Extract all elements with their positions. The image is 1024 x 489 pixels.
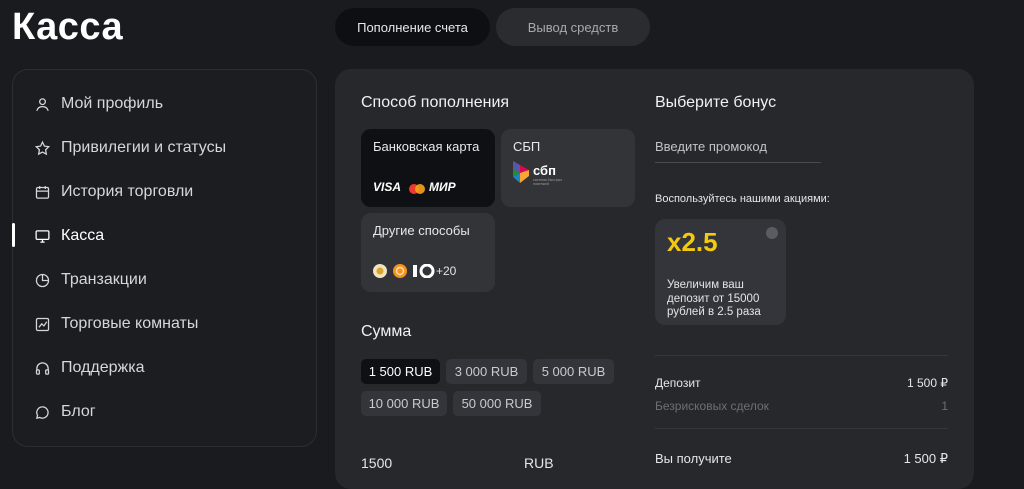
promo-code-input[interactable]: Введите промокод (655, 139, 767, 154)
summary-divider (655, 428, 948, 429)
user-icon (36, 97, 49, 111)
amount-title: Сумма (361, 323, 412, 340)
bitcoin-icon (393, 264, 407, 278)
method-bank-card[interactable]: Банковская карта VISA МИР (361, 129, 495, 207)
amount-chip-1500[interactable]: 1 500 RUB (361, 359, 440, 384)
more-methods-count: +20 (436, 264, 457, 278)
star-icon (34, 140, 51, 155)
riskfree-value: 1 (941, 399, 948, 413)
bonus-description: Увеличим ваш депозит от 15000 рублей в 2… (667, 279, 761, 318)
bonus-radio[interactable] (766, 227, 778, 239)
calendar-icon (35, 185, 50, 199)
visa-logo: VISA (373, 180, 402, 194)
method-other[interactable]: Другие способы +20 (361, 213, 495, 292)
sidebar-item-label: Касса (61, 227, 105, 244)
yoomoney-icon (413, 263, 435, 279)
sidebar-item-profile[interactable]: Мой профиль (34, 92, 163, 116)
summary-divider (655, 355, 948, 356)
sidebar-item-label: Поддержка (61, 359, 145, 376)
tab-deposit[interactable]: Пополнение счета (335, 8, 490, 46)
sidebar-item-blog[interactable]: Блог (34, 400, 96, 424)
page-title: Касса (12, 6, 124, 48)
receive-value: 1 500 ₽ (903, 451, 948, 466)
payment-method-title: Способ пополнения (361, 94, 510, 111)
chat-bubble-icon (35, 405, 49, 419)
method-label: СБП (513, 139, 541, 154)
sidebar-item-trade-history[interactable]: История торговли (34, 180, 193, 204)
promo-heading: Воспользуйтесь нашими акциями: (655, 193, 830, 205)
bonus-multiplier: x2.5 (667, 227, 718, 257)
sbp-logo-icon (513, 161, 529, 183)
receive-label: Вы получите (655, 451, 732, 466)
bonus-title: Выберите бонус (655, 94, 777, 111)
sbp-logo-subtext: система быстрых платежей (533, 178, 563, 186)
tab-withdraw[interactable]: Вывод средств (496, 8, 650, 46)
promo-underline (655, 162, 821, 163)
method-label: Другие способы (373, 223, 470, 238)
sidebar-item-privileges[interactable]: Привилегии и статусы (34, 136, 226, 160)
method-sbp[interactable]: СБП сбп система быстрых платежей (501, 129, 635, 207)
sidebar (12, 69, 317, 447)
riskfree-label: Безрисковых сделок (655, 399, 769, 413)
sidebar-item-cashier[interactable]: Касса (34, 224, 104, 248)
amount-currency: RUB (524, 455, 554, 471)
deposit-label: Депозит (655, 376, 701, 390)
mir-logo: МИР (429, 180, 456, 194)
sidebar-item-trading-rooms[interactable]: Торговые комнаты (34, 312, 198, 336)
sidebar-item-label: Блог (61, 403, 96, 420)
method-label: Банковская карта (373, 139, 480, 154)
amount-chip-10000[interactable]: 10 000 RUB (361, 391, 447, 416)
sbp-logo-text: сбп (533, 163, 556, 178)
amount-chip-5000[interactable]: 5 000 RUB (533, 359, 614, 384)
sidebar-item-label: История торговли (61, 183, 194, 200)
pie-chart-icon (35, 273, 50, 287)
sidebar-item-support[interactable]: Поддержка (34, 356, 144, 380)
sidebar-item-label: Транзакции (61, 271, 147, 288)
deposit-value: 1 500 ₽ (907, 376, 948, 390)
sidebar-item-label: Привилегии и статусы (61, 139, 227, 156)
sidebar-item-label: Мой профиль (61, 95, 164, 112)
monitor-icon (35, 229, 50, 243)
chart-line-icon (35, 317, 50, 331)
mastercard-icon (409, 181, 425, 194)
sidebar-item-transactions[interactable]: Транзакции (34, 268, 147, 292)
sidebar-active-indicator (12, 223, 15, 247)
amount-chip-50000[interactable]: 50 000 RUB (453, 391, 541, 416)
sidebar-item-label: Торговые комнаты (61, 315, 199, 332)
amount-chip-3000[interactable]: 3 000 RUB (446, 359, 527, 384)
coin-icon (373, 264, 387, 278)
bonus-card[interactable]: x2.5 Увеличим ваш депозит от 15000 рубле… (655, 219, 786, 325)
headphones-icon (35, 361, 50, 375)
amount-input[interactable]: 1500 (361, 455, 392, 471)
